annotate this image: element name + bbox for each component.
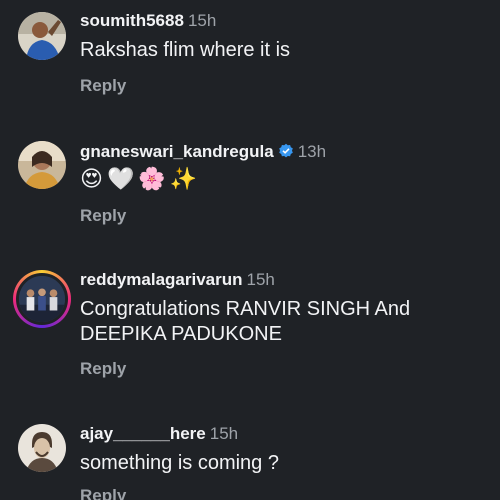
reply-button[interactable]: Reply [80,359,126,379]
avatar[interactable] [18,12,66,60]
avatar-sketch-icon [18,424,66,472]
timestamp: 13h [297,142,327,161]
avatar-photo-icon [18,12,66,60]
cherry-blossom-emoji-icon: 🌸 [138,167,166,192]
comment-header: reddymalagarivarun 15h [80,270,275,290]
comment-text-line: Congratulations RANVIR SINGH And [80,298,411,320]
comment-header: soumith5688 15h [80,11,216,31]
comments-list: soumith5688 15h Rakshas flim where it is … [0,0,500,500]
verified-badge-icon [278,143,293,158]
avatar[interactable] [18,141,66,189]
avatar-story-ring[interactable] [13,270,71,328]
username[interactable]: reddymalagarivarun [80,270,243,289]
comment-text: something is coming ? [80,452,279,474]
comment-header: gnaneswari_kandregula 13h [80,142,326,162]
timestamp: 15h [246,270,275,289]
timestamp: 15h [209,424,239,443]
comment-text: Rakshas flim where it is [80,39,291,61]
avatar-photo-icon [18,141,66,189]
avatar[interactable] [18,424,66,472]
comment-header: ajay______here 15h [80,424,238,444]
comment-text-line: DEEPIKA PADUKONE [80,323,282,345]
username[interactable]: ajay______here [80,424,206,443]
heart-eyes-emoji-icon: 😍 [80,167,103,192]
comment-text: Congratulations RANVIR SINGH And DEEPIKA… [80,297,480,347]
sparkles-emoji-icon: ✨ [169,167,198,192]
reply-button[interactable]: Reply [80,486,126,500]
white-heart-emoji-icon: 🤍 [106,167,135,192]
avatar-photo-icon [19,276,65,322]
username[interactable]: soumith5688 [80,11,184,30]
username[interactable]: gnaneswari_kandregula [80,142,274,161]
emoji-row: 😍 🤍 🌸 ✨ [80,167,197,193]
reply-button[interactable]: Reply [80,76,126,96]
reply-button[interactable]: Reply [80,206,126,226]
timestamp: 15h [187,11,217,30]
